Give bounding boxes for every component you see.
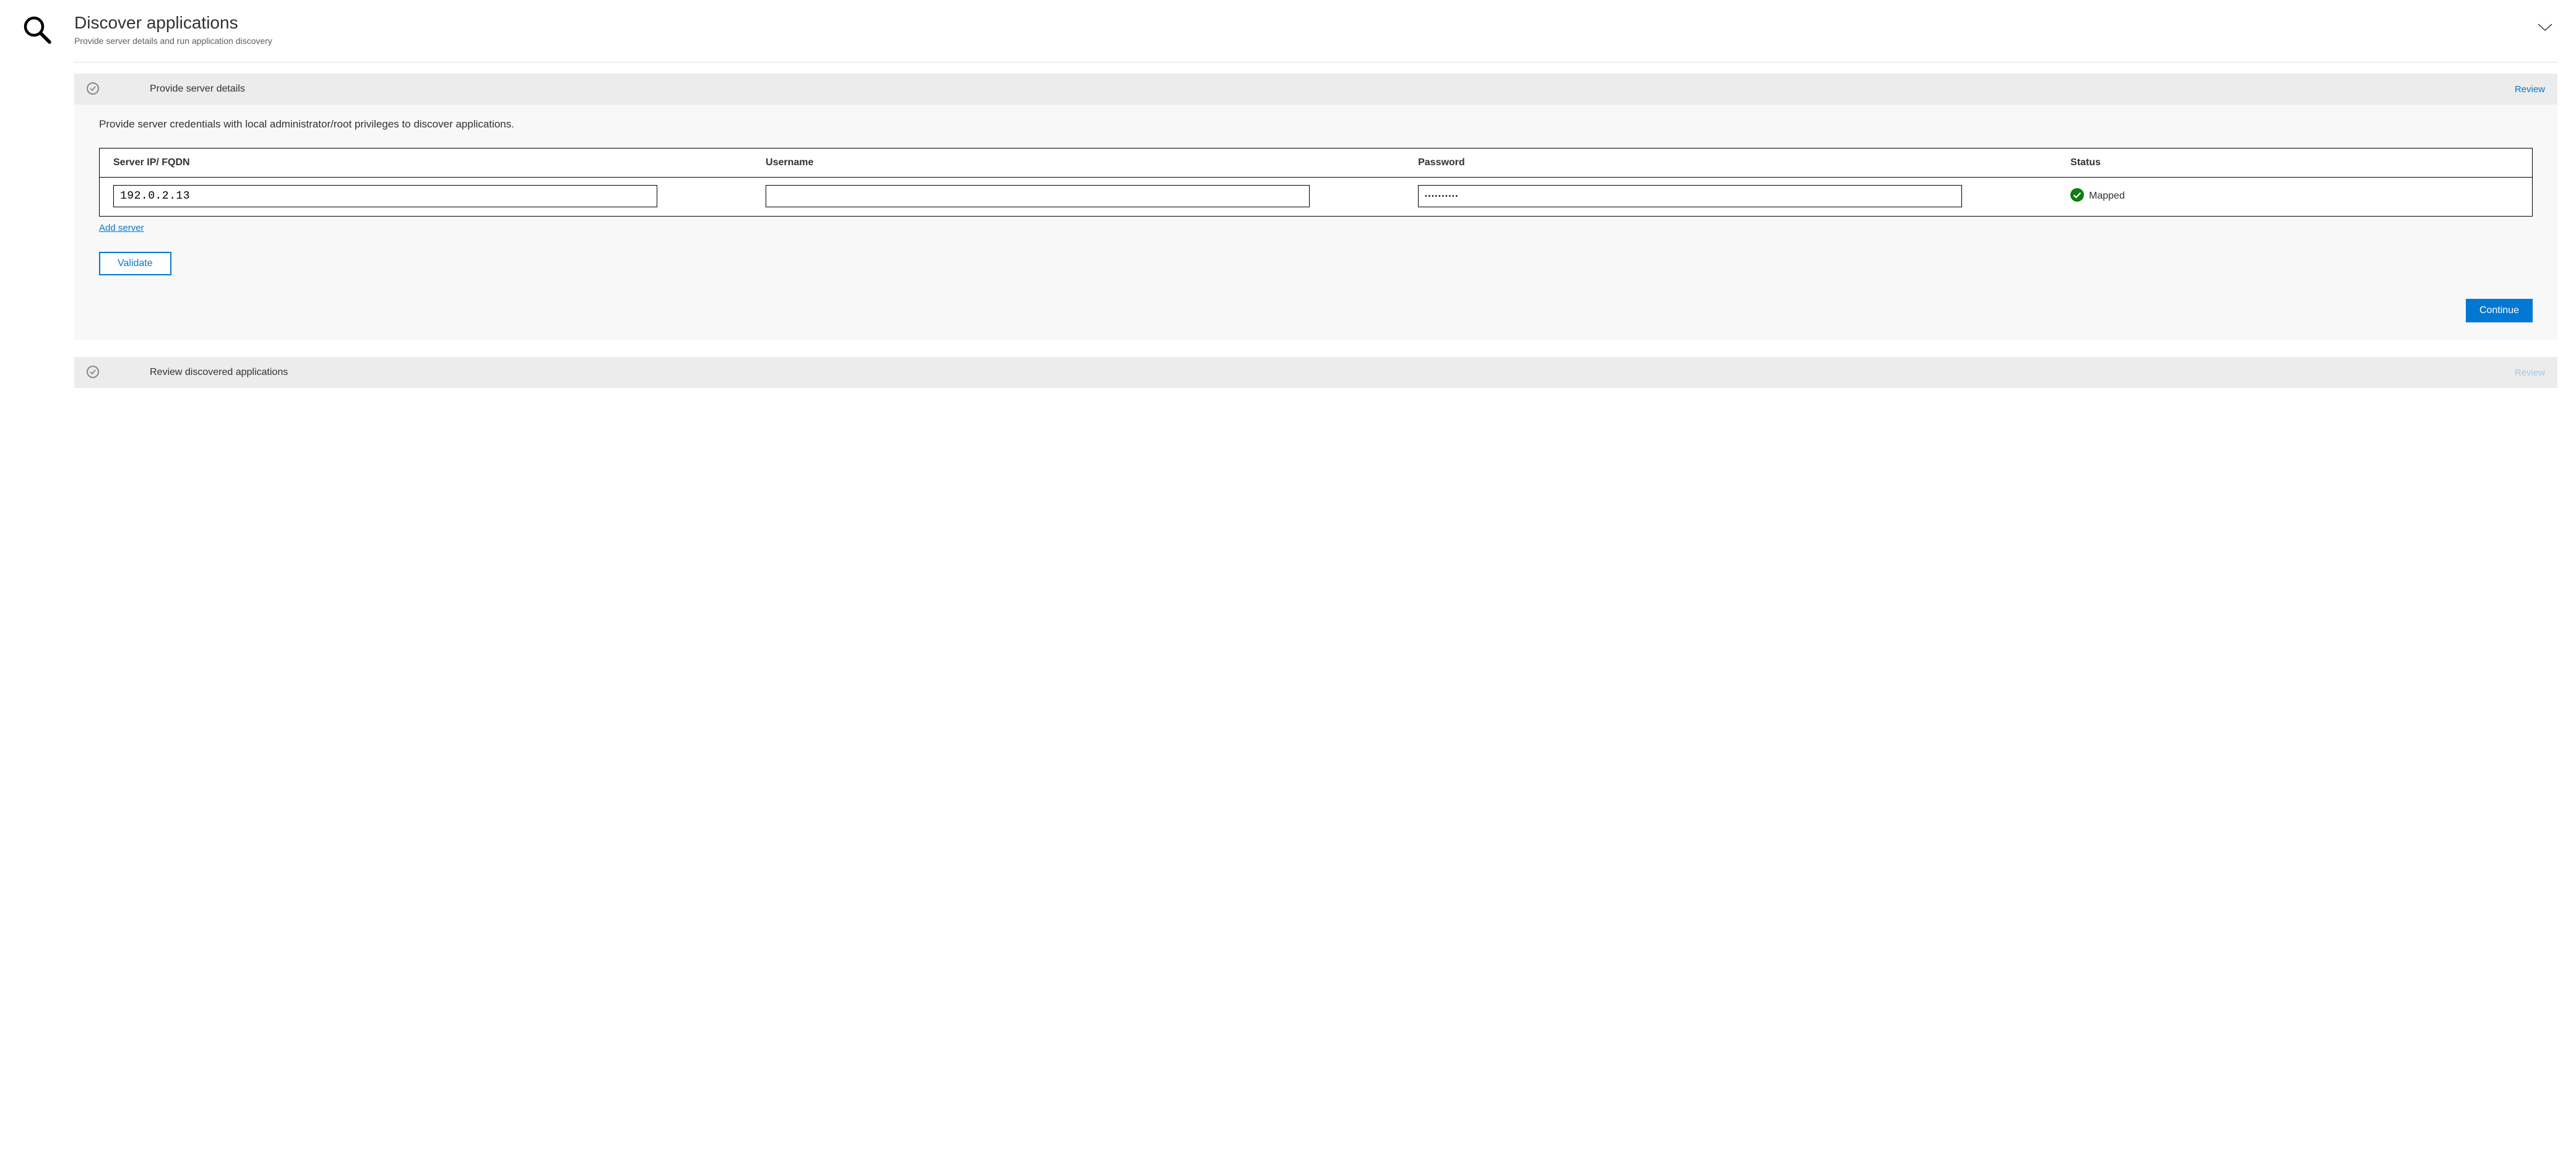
section-title: Review discovered applications (150, 367, 2515, 378)
server-ip-input[interactable] (113, 185, 657, 207)
review-link-disabled: Review (2515, 368, 2545, 378)
col-header-pass: Password (1418, 157, 2058, 168)
server-table: Server IP/ FQDN Username Password Status (99, 148, 2533, 217)
add-server-link[interactable]: Add server (99, 223, 144, 233)
col-header-user: Username (766, 157, 1406, 168)
username-input[interactable] (766, 185, 1310, 207)
page-subtitle: Provide server details and run applicati… (74, 36, 2533, 46)
col-header-status: Status (2070, 157, 2518, 168)
success-check-icon (2070, 188, 2084, 205)
section-provide-server-details-header: Provide server details Review (74, 74, 2557, 105)
continue-button[interactable]: Continue (2466, 299, 2533, 322)
col-header-ip: Server IP/ FQDN (113, 157, 753, 168)
section-provide-server-details-body: Provide server credentials with local ad… (74, 105, 2557, 340)
table-row: Mapped (100, 178, 2532, 216)
section-title: Provide server details (150, 84, 2515, 95)
section-review-discovered-apps-header: Review discovered applications Review (74, 357, 2557, 388)
check-circle-icon (87, 366, 100, 379)
password-input[interactable] (1418, 185, 1962, 207)
status-text: Mapped (2089, 191, 2125, 202)
chevron-down-icon[interactable] (2533, 12, 2557, 32)
review-link[interactable]: Review (2515, 84, 2545, 95)
page-title: Discover applications (74, 12, 2533, 33)
check-circle-icon (87, 82, 100, 96)
status-cell: Mapped (2070, 188, 2518, 205)
search-icon (19, 12, 56, 49)
validate-button[interactable]: Validate (99, 252, 171, 275)
table-header-row: Server IP/ FQDN Username Password Status (100, 148, 2532, 178)
body-instruction-text: Provide server credentials with local ad… (99, 118, 2533, 131)
